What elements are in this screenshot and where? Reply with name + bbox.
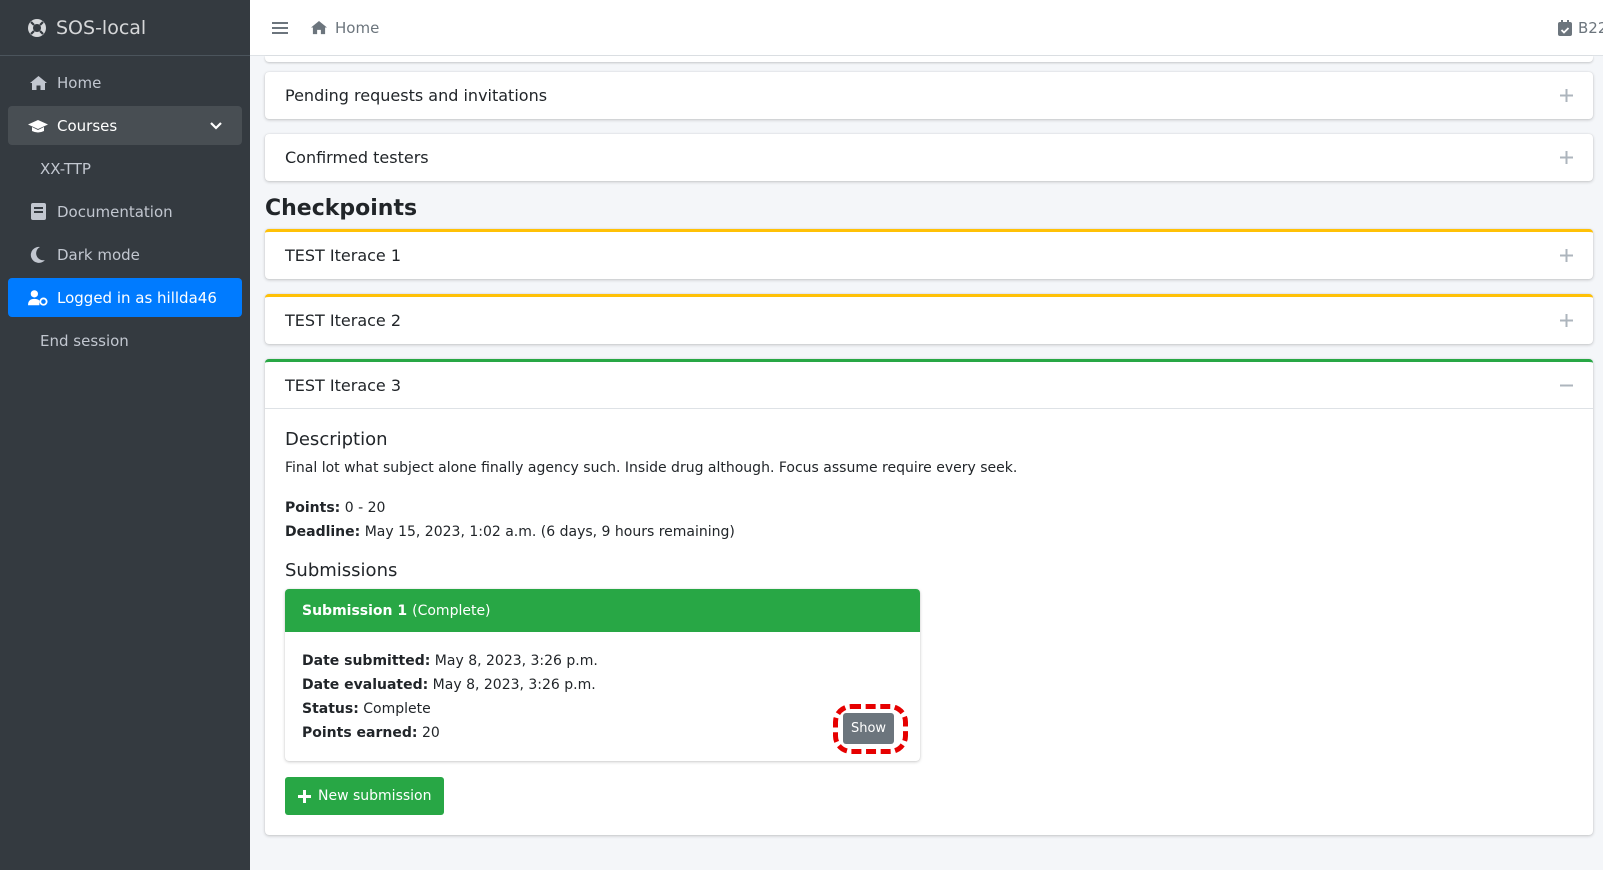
home-icon (311, 20, 327, 35)
card-title: TEST Iterace 1 (285, 246, 402, 265)
confirmed-testers-card[interactable]: Confirmed testers (265, 134, 1593, 181)
description-text: Final lot what subject alone finally age… (285, 460, 1018, 476)
card-edge (265, 56, 1593, 62)
date-submitted-line: Date submitted: May 8, 2023, 3:26 p.m. (302, 649, 903, 673)
sidebar-item-label: Documentation (57, 202, 173, 221)
submission-header: Submission 1 (Complete) (285, 589, 920, 632)
new-submission-label: New submission (318, 788, 432, 804)
moon-icon (28, 245, 48, 265)
deadline-label: Deadline: (285, 524, 361, 540)
status-label: Status: (302, 701, 359, 717)
calendar-check-icon (1558, 20, 1572, 36)
sidebar-nav: Home Courses XX-TTP Documentation Dark m… (0, 56, 250, 371)
points-label: Points: (285, 500, 341, 516)
new-submission-button[interactable]: New submission (285, 777, 445, 815)
deadline-line: Deadline: May 15, 2023, 1:02 a.m. (6 day… (285, 520, 1573, 544)
sidebar-item-dark-mode[interactable]: Dark mode (8, 235, 242, 274)
sidebar-item-xx-ttp[interactable]: XX-TTP (8, 149, 242, 188)
date-submitted-value: May 8, 2023, 3:26 p.m. (434, 653, 598, 669)
points-earned-label: Points earned: (302, 725, 418, 741)
checkpoint-card-1[interactable]: TEST Iterace 1 (265, 229, 1593, 279)
home-icon (28, 73, 48, 93)
header-home-link[interactable]: Home (310, 19, 379, 37)
sidebar-item-end-session[interactable]: End session (8, 321, 242, 360)
submission-body: Date submitted: May 8, 2023, 3:26 p.m. D… (285, 632, 920, 761)
card-title: Pending requests and invitations (285, 86, 548, 105)
card-title: Confirmed testers (285, 148, 429, 167)
graduation-cap-icon (28, 116, 48, 136)
brand-text: SOS-local (56, 16, 147, 39)
checkpoint-card-header[interactable]: TEST Iterace 3 (265, 362, 1593, 409)
sidebar-item-label: XX-TTP (40, 159, 91, 178)
plus-icon (298, 789, 311, 803)
sidebar-item-label: Dark mode (57, 245, 140, 264)
brand[interactable]: SOS-local (0, 0, 250, 56)
deadline-value: May 15, 2023, 1:02 a.m. (6 days, 9 hours… (364, 524, 735, 540)
main-content: Pending requests and invitations Confirm… (265, 56, 1593, 850)
card-title: TEST Iterace 2 (285, 311, 402, 330)
menu-icon[interactable] (272, 21, 288, 35)
book-icon (28, 202, 48, 222)
plus-icon[interactable] (1560, 151, 1573, 164)
plus-icon[interactable] (1560, 89, 1573, 102)
sidebar-item-home[interactable]: Home (8, 63, 242, 102)
submission-state: (Complete) (412, 602, 491, 619)
checkpoints-heading: Checkpoints (265, 196, 418, 221)
points-line: Points: 0 - 20 (285, 496, 1573, 520)
chevron-down-icon (210, 121, 222, 130)
user-cog-icon (28, 288, 48, 308)
pending-requests-card[interactable]: Pending requests and invitations (265, 72, 1593, 119)
lifebuoy-icon (27, 18, 47, 38)
checkpoint-card-2[interactable]: TEST Iterace 2 (265, 294, 1593, 344)
submission-card: Submission 1 (Complete) Date submitted: … (285, 589, 920, 761)
minus-icon[interactable] (1560, 379, 1573, 392)
sidebar-item-label: Home (57, 73, 102, 92)
header-calendar-label: B22 (1578, 19, 1603, 37)
submission-name: Submission 1 (302, 602, 408, 619)
status-value: Complete (363, 701, 431, 717)
checkpoint-card-body: Description Final lot what subject alone… (265, 409, 1593, 835)
top-navbar: Home B22 (250, 0, 1603, 56)
show-button[interactable]: Show (843, 713, 894, 744)
points-earned-value: 20 (421, 725, 440, 741)
sidebar-item-label: Courses (57, 116, 118, 135)
card-title: TEST Iterace 3 (285, 375, 402, 395)
submissions-heading: Submissions (285, 560, 398, 581)
date-evaluated-label: Date evaluated: (302, 677, 429, 693)
sidebar-item-user[interactable]: Logged in as hillda46 (8, 278, 242, 317)
header-calendar-link[interactable]: B22 (1558, 0, 1603, 56)
date-evaluated-line: Date evaluated: May 8, 2023, 3:26 p.m. (302, 673, 903, 697)
points-earned-line: Points earned: 20 (302, 721, 903, 745)
status-line: Status: Complete (302, 697, 903, 721)
header-home-label: Home (335, 18, 380, 37)
sidebar: SOS-local Home Courses XX-TTP Documentat… (0, 0, 250, 870)
sidebar-item-courses[interactable]: Courses (8, 106, 242, 145)
plus-icon[interactable] (1560, 314, 1573, 327)
checkpoint-card-3: TEST Iterace 3 Description Final lot wha… (265, 359, 1593, 835)
sidebar-item-documentation[interactable]: Documentation (8, 192, 242, 231)
description-heading: Description (285, 429, 388, 450)
date-evaluated-value: May 8, 2023, 3:26 p.m. (432, 677, 596, 693)
plus-icon[interactable] (1560, 249, 1573, 262)
sidebar-item-label: End session (40, 331, 129, 350)
sidebar-item-label: Logged in as hillda46 (57, 288, 217, 307)
date-submitted-label: Date submitted: (302, 653, 431, 669)
points-value: 0 - 20 (344, 500, 386, 516)
